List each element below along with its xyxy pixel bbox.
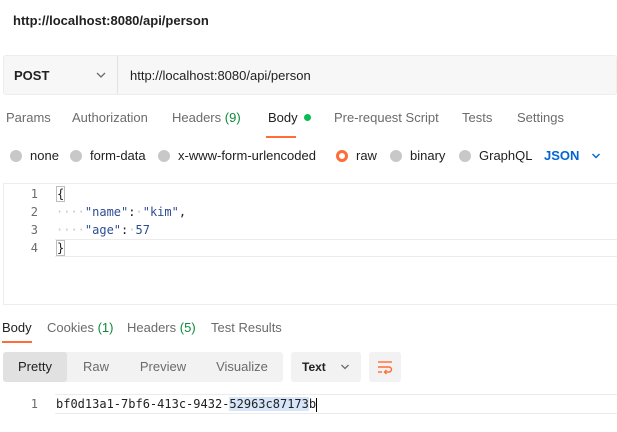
cookies-count: (1) (97, 320, 114, 335)
response-body-line[interactable]: 1 bf0d13a1-7bf6-413c-9432-52963c87173b (0, 395, 617, 413)
response-tab-cookies[interactable]: Cookies (1) (47, 320, 113, 335)
body-status-dot (303, 114, 311, 122)
editor-line: 3 ····"age":·57 (0, 221, 617, 239)
request-url-bar: POST http://localhost:8080/api/person (3, 55, 617, 95)
chevron-down-icon (592, 153, 601, 158)
radio-graphql-label: GraphQL (479, 148, 533, 163)
response-format-label: Text (302, 360, 326, 374)
json-value: "kim" (142, 205, 179, 219)
response-tab-cookies-label: Cookies (47, 320, 94, 335)
response-text: bf0d13a1-7bf6-413c-9432- (56, 397, 230, 411)
tab-authorization[interactable]: Authorization (72, 110, 148, 125)
tab-prerequest-script[interactable]: Pre-request Script (334, 110, 439, 125)
editor-line: 1 { (0, 185, 617, 203)
radio-none[interactable]: none (10, 148, 59, 163)
response-view-mode-group: Pretty Raw Preview Visualize (3, 352, 283, 382)
wrap-lines-icon (378, 361, 393, 375)
radio-raw[interactable]: raw (336, 148, 377, 163)
json-key: "age" (84, 223, 122, 237)
http-method-label: POST (14, 67, 50, 83)
editor-open-brace: { (56, 186, 66, 202)
radio-circle-icon (158, 149, 170, 162)
radio-circle-icon (70, 149, 82, 162)
body-type-selector: none form-data x-www-form-urlencoded raw… (0, 146, 617, 166)
editor-close-brace: } (56, 240, 66, 256)
radio-binary-label: binary (410, 148, 446, 163)
request-tabs: Params Authorization Headers (9) Body Pr… (0, 110, 617, 132)
url-input[interactable]: http://localhost:8080/api/person (118, 68, 311, 83)
raw-format-select[interactable]: JSON (544, 148, 601, 163)
radio-circle-icon (10, 149, 22, 162)
tab-headers-label: Headers (172, 110, 222, 125)
http-method-select[interactable]: POST (4, 56, 118, 94)
raw-format-label: JSON (544, 148, 580, 163)
response-tab-headers[interactable]: Headers (5) (127, 320, 196, 335)
response-tabs: Body Cookies (1) Headers (5) Test Result… (0, 320, 617, 342)
radio-circle-icon (390, 149, 402, 162)
wrap-lines-button[interactable] (369, 352, 401, 382)
response-headers-count: (5) (179, 320, 196, 335)
response-tab-body[interactable]: Body (2, 320, 32, 335)
window-title: http://localhost:8080/api/person (13, 13, 209, 28)
response-text-tail: b (308, 397, 317, 411)
tab-params[interactable]: Params (6, 110, 51, 125)
chevron-down-icon (96, 72, 106, 78)
view-visualize-button[interactable]: Visualize (201, 352, 283, 382)
response-tab-test-results[interactable]: Test Results (211, 320, 282, 335)
response-format-select[interactable]: Text (291, 352, 361, 382)
line-number: 4 (30, 241, 38, 255)
response-tab-headers-label: Headers (127, 320, 177, 335)
radio-graphql[interactable]: GraphQL (459, 148, 532, 163)
active-response-tab-indicator (2, 341, 32, 343)
line-number: 1 (30, 187, 38, 201)
tab-settings[interactable]: Settings (517, 110, 564, 125)
radio-circle-icon (459, 149, 471, 162)
chevron-down-icon (340, 364, 349, 370)
json-value: 57 (135, 223, 150, 237)
json-key: "name" (84, 205, 129, 219)
json-comma: , (178, 205, 187, 219)
tab-tests[interactable]: Tests (462, 110, 492, 125)
radio-urlencoded-label: x-www-form-urlencoded (178, 148, 316, 163)
radio-x-www-form-urlencoded[interactable]: x-www-form-urlencoded (158, 148, 316, 163)
line-number: 1 (30, 397, 38, 411)
view-preview-button[interactable]: Preview (125, 352, 201, 382)
text-cursor (316, 397, 318, 412)
view-raw-button[interactable]: Raw (67, 352, 125, 382)
radio-none-label: none (30, 148, 59, 163)
radio-binary[interactable]: binary (390, 148, 445, 163)
active-tab-indicator (266, 136, 296, 138)
tab-body-label: Body (268, 110, 298, 125)
line-number: 2 (30, 205, 38, 219)
view-pretty-button[interactable]: Pretty (3, 352, 67, 382)
radio-form-data[interactable]: form-data (70, 148, 146, 163)
tab-headers[interactable]: Headers (9) (172, 110, 241, 125)
editor-line: 4 } (0, 239, 617, 257)
radio-raw-label: raw (356, 148, 377, 163)
line-number: 3 (30, 223, 38, 237)
headers-count: (9) (224, 110, 241, 125)
radio-selected-icon (336, 149, 348, 162)
editor-line: 2 ····"name":·"kim", (0, 203, 617, 221)
tab-body[interactable]: Body (268, 110, 311, 125)
response-text-selected: 52963c87173 (229, 397, 309, 411)
radio-form-data-label: form-data (90, 148, 146, 163)
